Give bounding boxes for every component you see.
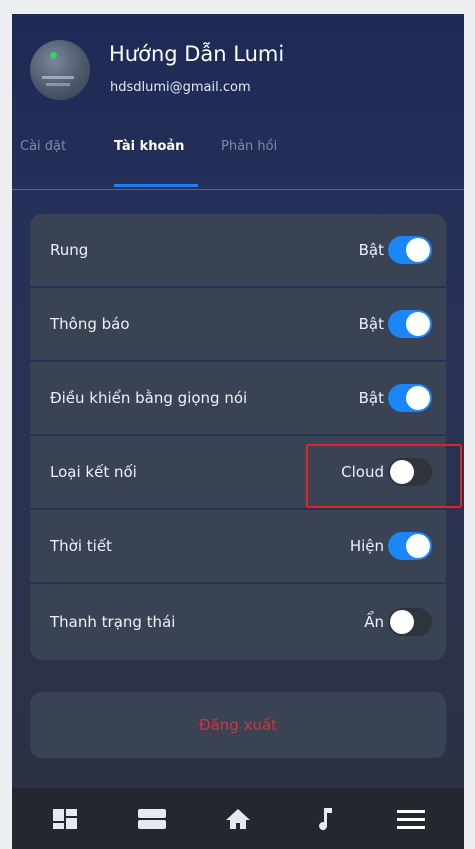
nav-music[interactable] [304,799,344,839]
settings-tabs: Cài đặt Tài khoản Phản hồi [12,136,464,190]
online-status-dot [50,52,57,59]
active-tab-indicator [114,184,198,187]
toggle-knob [406,386,430,410]
devices-icon [137,808,166,829]
settings-list: Rung Bật Thông báo Bật Điều khiển bằng g… [30,214,446,660]
home-icon [225,808,250,829]
tab-account[interactable]: Tài khoản [114,139,184,154]
setting-label: Loại kết nối [50,463,137,481]
logout-button[interactable]: Đăng xuất [30,692,446,758]
setting-row-notifications: Thông báo Bật [30,288,446,360]
toggle-knob [406,534,430,558]
nav-devices[interactable] [132,799,172,839]
nav-dashboard[interactable] [45,799,85,839]
setting-value: Bật [358,241,384,259]
highlight-box [306,444,462,508]
setting-value: Bật [358,315,384,333]
setting-row-status-bar: Thanh trạng thái Ẩn [30,584,446,660]
setting-label: Thông báo [50,315,130,333]
app-screen: Hướng Dẫn Lumi hdsdlumi@gmail.com Cài đặ… [12,14,464,849]
nav-menu[interactable] [391,799,431,839]
setting-label: Rung [50,241,89,259]
music-note-icon [319,807,333,830]
user-email: hdsdlumi@gmail.com [110,80,251,95]
toggle-knob [390,610,414,634]
bottom-nav [12,788,464,849]
setting-label: Thanh trạng thái [50,613,176,631]
setting-value: Bật [358,389,384,407]
setting-label: Điều khiển bằng giọng nói [50,389,248,407]
header-divider [12,189,464,190]
toggle-knob [406,238,430,262]
tab-feedback[interactable]: Phản hồi [221,139,277,154]
setting-row-weather: Thời tiết Hiện [30,510,446,582]
dashboard-icon [53,808,78,829]
setting-value: Ẩn [364,613,384,631]
notifications-toggle[interactable] [388,310,432,338]
tab-settings[interactable]: Cài đặt [20,139,66,154]
setting-label: Thời tiết [50,537,112,555]
nav-home[interactable] [218,799,258,839]
setting-row-voice-control: Điều khiển bằng giọng nói Bật [30,362,446,434]
menu-icon [396,809,425,829]
weather-toggle[interactable] [388,532,432,560]
status-bar-toggle[interactable] [388,608,432,636]
user-name: Hướng Dẫn Lumi [109,42,285,66]
setting-value: Hiện [349,537,384,555]
voice-control-toggle[interactable] [388,384,432,412]
vibrate-toggle[interactable] [388,236,432,264]
avatar[interactable] [30,40,90,100]
account-header: Hướng Dẫn Lumi hdsdlumi@gmail.com Cài đặ… [12,14,464,190]
toggle-knob [406,312,430,336]
setting-row-vibrate: Rung Bật [30,214,446,286]
